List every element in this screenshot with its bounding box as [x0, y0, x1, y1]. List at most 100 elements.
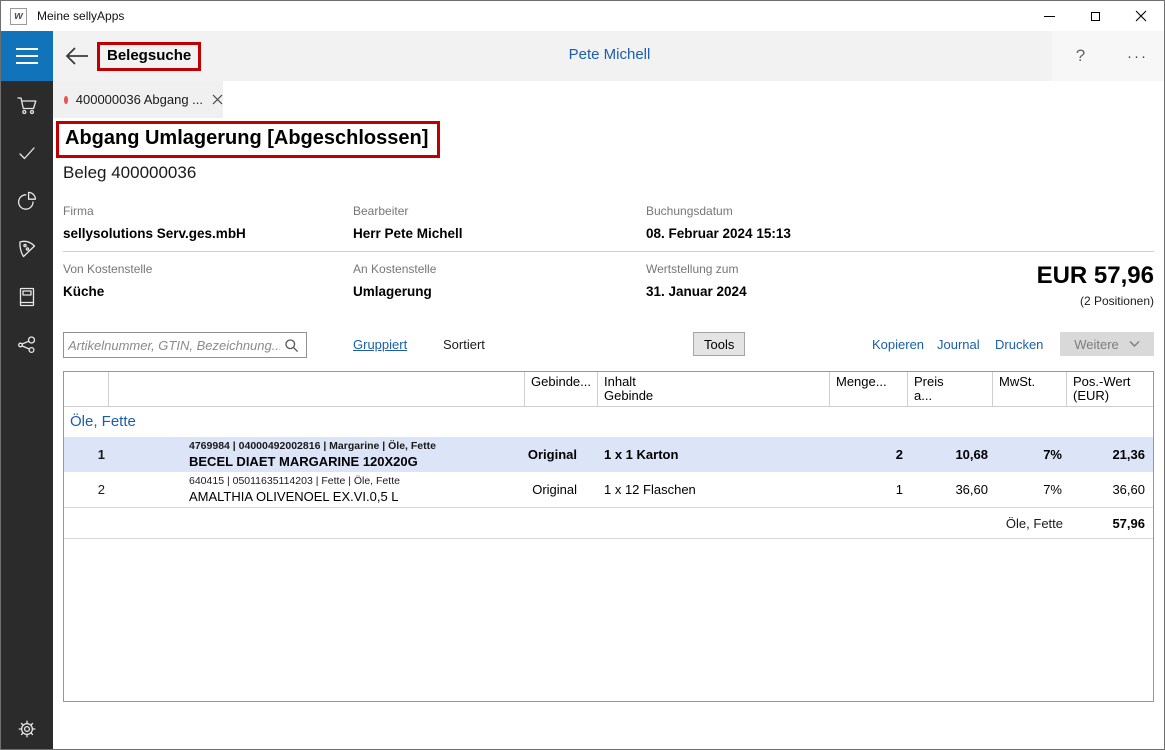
gear-icon	[15, 717, 39, 741]
cell-menge: 2	[830, 437, 908, 472]
total-amount: EUR 57,96	[1037, 262, 1154, 290]
field-value: 08. Februar 2024 15:13	[646, 226, 791, 241]
chevron-down-icon	[1129, 340, 1140, 348]
col-inhalt[interactable]: Inhalt Gebinde	[598, 372, 830, 406]
table-row[interactable]: 2 640415 | 05011635114203 | Fette | Öle,…	[64, 472, 1153, 507]
minimize-icon	[1044, 16, 1055, 17]
tools-button[interactable]: Tools	[693, 332, 745, 356]
sidebar-item-food[interactable]	[1, 225, 53, 273]
document-number: Beleg 400000036	[63, 163, 196, 183]
col-preis[interactable]: Preis a...	[908, 372, 993, 406]
sidebar-item-statistics[interactable]	[1, 177, 53, 225]
field-value: Herr Pete Michell	[353, 226, 463, 241]
cart-icon	[15, 93, 39, 117]
subtotal-value: 57,96	[1067, 508, 1153, 538]
article-meta: 4769984 | 04000492002816 | Margarine | Ö…	[189, 440, 521, 452]
close-button[interactable]	[1118, 1, 1164, 31]
cell-preis: 36,60	[908, 472, 993, 507]
col-gebinde[interactable]: Gebinde...	[525, 372, 598, 406]
more-options-button[interactable]: ···	[1109, 31, 1165, 81]
pizza-icon	[15, 237, 39, 261]
tab-strip: 400000036 Abgang ...	[53, 81, 1165, 118]
field-value: sellysolutions Serv.ges.mbH	[63, 226, 246, 241]
cell-inhalt: 1 x 12 Flaschen	[598, 472, 830, 507]
close-icon	[1135, 10, 1147, 22]
article-name: BECEL DIAET MARGARINE 120X20G	[189, 454, 521, 469]
field-value: 31. Januar 2024	[646, 284, 747, 299]
window-controls	[1026, 1, 1164, 31]
more-actions-dropdown[interactable]: Weitere	[1060, 332, 1154, 356]
group-subtotal-row: Öle, Fette 57,96	[64, 507, 1153, 539]
check-icon	[15, 141, 39, 165]
more-actions-label: Weitere	[1074, 337, 1119, 352]
sidebar-item-share[interactable]	[1, 321, 53, 369]
cell-inhalt: 1 x 1 Karton	[598, 437, 830, 472]
print-button[interactable]: Drucken	[995, 337, 1043, 352]
field-label: Firma	[63, 204, 246, 218]
document-tab[interactable]: 400000036 Abgang ...	[53, 81, 223, 118]
tab-label: 400000036 Abgang ...	[76, 92, 203, 107]
book-icon	[15, 285, 39, 309]
journal-button[interactable]: Journal	[937, 337, 980, 352]
row-position: 1	[64, 437, 109, 472]
menu-icon	[16, 48, 38, 50]
positions-toolbar: Gruppiert Sortiert Tools Kopieren Journa…	[63, 332, 1154, 360]
close-icon	[212, 94, 223, 105]
window-title: Meine sellyApps	[37, 9, 124, 23]
share-icon	[15, 333, 39, 357]
grouped-toggle[interactable]: Gruppiert	[353, 337, 407, 352]
field-label: Bearbeiter	[353, 204, 463, 218]
field-label: An Kostenstelle	[353, 262, 436, 276]
col-article	[109, 372, 525, 406]
maximize-button[interactable]	[1072, 1, 1118, 31]
copy-button[interactable]: Kopieren	[872, 337, 924, 352]
maximize-icon	[1091, 12, 1100, 21]
app-logo-icon: w	[10, 8, 27, 25]
app-header: Belegsuche Pete Michell ? ···	[53, 31, 1165, 81]
search-input[interactable]	[64, 334, 284, 356]
window-titlebar: w Meine sellyApps	[1, 1, 1164, 31]
positions-table: Gebinde... Inhalt Gebinde Menge... Preis…	[63, 371, 1154, 702]
help-button[interactable]: ?	[1052, 31, 1109, 81]
table-header-row: Gebinde... Inhalt Gebinde Menge... Preis…	[64, 372, 1153, 407]
field-label: Buchungsdatum	[646, 204, 791, 218]
article-meta: 640415 | 05011635114203 | Fette | Öle, F…	[189, 475, 521, 487]
cell-wert: 21,36	[1067, 437, 1153, 472]
row-position: 2	[64, 472, 109, 507]
sidebar-item-cart[interactable]	[1, 81, 53, 129]
hamburger-button[interactable]	[1, 31, 53, 81]
sidebar-item-settings[interactable]	[1, 705, 53, 750]
table-row[interactable]: 1 4769984 | 04000492002816 | Margarine |…	[64, 437, 1153, 472]
field-label: Von Kostenstelle	[63, 262, 152, 276]
col-wert[interactable]: Pos.-Wert (EUR)	[1067, 372, 1153, 406]
sidebar-item-journal[interactable]	[1, 273, 53, 321]
cell-gebinde: Original	[525, 472, 598, 507]
positions-count: (2 Positionen)	[1037, 294, 1154, 308]
ellipsis-icon: ···	[1127, 48, 1148, 65]
document-view: Abgang Umlagerung [Abgeschlossen] Beleg …	[53, 118, 1165, 750]
cell-mwst: 7%	[993, 437, 1067, 472]
field-value: Küche	[63, 284, 152, 299]
sidebar	[1, 31, 53, 750]
app-window: w Meine sellyApps	[0, 0, 1165, 750]
tab-close-button[interactable]	[212, 94, 223, 105]
sidebar-item-tasks[interactable]	[1, 129, 53, 177]
search-box	[63, 332, 307, 358]
search-icon	[284, 338, 299, 353]
pie-chart-icon	[15, 189, 39, 213]
user-name[interactable]: Pete Michell	[53, 46, 1165, 63]
field-value: Umlagerung	[353, 284, 436, 299]
col-mwst[interactable]: MwSt.	[993, 372, 1067, 406]
field-label: Wertstellung zum	[646, 262, 747, 276]
subtotal-label: Öle, Fette	[993, 508, 1067, 538]
minimize-button[interactable]	[1026, 1, 1072, 31]
page-title: Abgang Umlagerung [Abgeschlossen]	[65, 127, 428, 150]
cell-preis: 10,68	[908, 437, 993, 472]
cell-wert: 36,60	[1067, 472, 1153, 507]
document-fields: Firma sellysolutions Serv.ges.mbH Bearbe…	[63, 204, 1154, 314]
sorted-toggle[interactable]: Sortiert	[443, 337, 485, 352]
col-menge[interactable]: Menge...	[830, 372, 908, 406]
article-name: AMALTHIA OLIVENOEL EX.VI.0,5 L	[189, 489, 521, 504]
annotation-box-title: Abgang Umlagerung [Abgeschlossen]	[56, 121, 440, 158]
help-icon: ?	[1076, 46, 1085, 66]
